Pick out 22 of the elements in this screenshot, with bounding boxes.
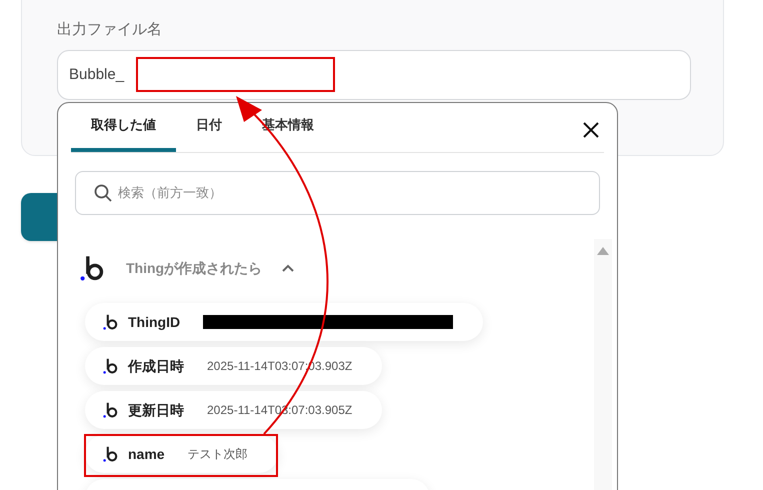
search-icon bbox=[94, 184, 112, 202]
tab[interactable]: 取得した値 bbox=[71, 102, 176, 152]
b-logo-icon bbox=[80, 255, 106, 281]
chevron-up-icon[interactable] bbox=[282, 264, 294, 272]
value-chip[interactable]: ThingID bbox=[85, 303, 484, 341]
group-title: Thingが作成されたら bbox=[126, 258, 262, 278]
b-logo-icon bbox=[103, 314, 119, 330]
value-chip[interactable]: name テスト次郎 bbox=[85, 435, 278, 473]
chip-label: ThingID bbox=[128, 312, 180, 332]
chip-label: 更新日時 bbox=[128, 400, 184, 420]
search-input[interactable]: 検索（前方一致） bbox=[118, 183, 581, 203]
chip-value: テスト次郎 bbox=[188, 446, 248, 463]
chip-label: name bbox=[128, 444, 165, 464]
close-icon[interactable] bbox=[582, 121, 600, 139]
field-label: 出力ファイル名 bbox=[57, 20, 163, 40]
search-field[interactable]: 検索（前方一致） bbox=[75, 171, 600, 215]
chip-label: 作成日時 bbox=[128, 356, 184, 376]
b-logo-icon bbox=[103, 446, 119, 462]
filename-input-field[interactable]: Bubble_ bbox=[57, 50, 691, 100]
b-logo-icon bbox=[103, 402, 119, 418]
tab[interactable]: 日付 bbox=[176, 102, 242, 152]
b-logo-icon bbox=[103, 358, 119, 374]
